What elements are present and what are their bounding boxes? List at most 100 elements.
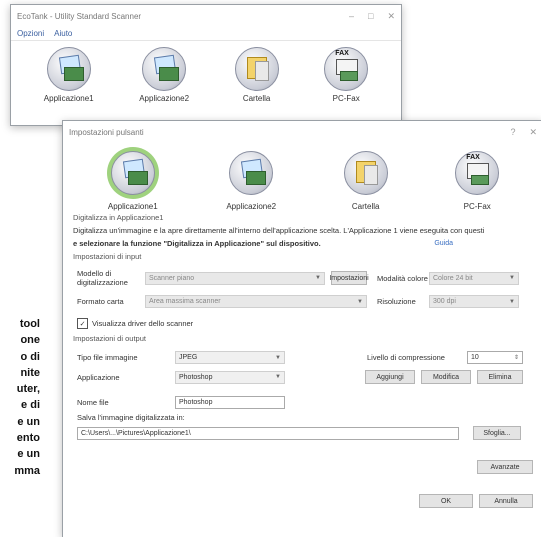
resolution-select[interactable]: 300 dpi ▼ xyxy=(429,295,519,308)
side-line: ento xyxy=(16,432,40,445)
window-controls: – □ ✕ xyxy=(349,11,395,22)
color-select[interactable]: Colore 24 bit ▼ xyxy=(429,271,519,285)
compression-value: 10 xyxy=(471,354,479,361)
filetype-select[interactable]: JPEG ▼ xyxy=(175,351,285,364)
back-app1-button[interactable]: Applicazione1 xyxy=(44,47,94,103)
chevron-down-icon: ▼ xyxy=(509,298,515,305)
menu-help[interactable]: Aiuto xyxy=(54,29,72,38)
advanced-button[interactable]: Avanzate xyxy=(477,460,533,474)
filename-value: Photoshop xyxy=(179,399,213,406)
side-line: o di xyxy=(20,350,40,363)
scanner-select[interactable]: Scanner piano ▼ xyxy=(145,271,325,285)
back-fax-button[interactable]: FAX PC-Fax xyxy=(324,47,369,103)
side-line: nite xyxy=(20,366,40,379)
resolution-value: 300 dpi xyxy=(433,298,456,305)
tab-app2[interactable]: Applicazione2 xyxy=(226,147,276,211)
scanner-to-folder-icon xyxy=(343,151,388,195)
advanced-row: Avanzate xyxy=(77,460,533,474)
guide-link[interactable]: Guida xyxy=(434,240,453,247)
ok-button[interactable]: OK xyxy=(419,494,473,508)
side-line: mma xyxy=(14,464,40,477)
save-label-row: Salva l'immagine digitalizzata in: xyxy=(77,413,533,422)
delete-button[interactable]: Elimina xyxy=(477,370,523,384)
close-icon[interactable]: ✕ xyxy=(529,127,537,138)
dialog-actions: OK Annulla xyxy=(77,494,533,508)
tab-app1[interactable]: Applicazione1 xyxy=(106,147,159,211)
compression-label: Livello di compressione xyxy=(367,353,445,362)
scanner-value: Scanner piano xyxy=(149,274,195,282)
stepper-arrows-icon[interactable]: ⇕ xyxy=(514,354,519,361)
scanner-label: Modello di digitalizzazione xyxy=(77,269,128,287)
tab-folder-label: Cartella xyxy=(351,202,380,211)
back-app2-button[interactable]: Applicazione2 xyxy=(139,47,189,103)
maximize-icon[interactable]: □ xyxy=(368,11,373,22)
side-line: one xyxy=(20,334,40,347)
format-label: Formato carta xyxy=(77,297,124,306)
browse-button[interactable]: Sfoglia... xyxy=(473,426,521,440)
dialog-titlebar: Impostazioni pulsanti ? ✕ xyxy=(63,121,541,143)
filename-input[interactable]: Photoshop xyxy=(175,396,285,409)
scanner-to-app-icon xyxy=(229,151,274,195)
description-line-2: e selezionare la funzione "Digitalizza i… xyxy=(73,239,321,248)
color-value: Colore 24 bit xyxy=(433,274,473,282)
filename-row: Nome file Photoshop xyxy=(77,396,533,409)
tab-app2-label: Applicazione2 xyxy=(226,202,277,211)
add-button[interactable]: Aggiungi xyxy=(365,370,415,384)
edit-button[interactable]: Modifica xyxy=(421,370,471,384)
chevron-down-icon: ▼ xyxy=(509,275,515,281)
description-line-1: Digitalizza un'immagine e la apre dirett… xyxy=(73,226,485,235)
chevron-down-icon: ▼ xyxy=(357,298,363,305)
dialog-icon-row: Applicazione1 Applicazione2 Cartella FAX… xyxy=(63,143,541,211)
tab-folder[interactable]: Cartella xyxy=(343,147,388,211)
dialog-window-controls: ? ✕ xyxy=(510,127,537,138)
minimize-icon[interactable]: – xyxy=(349,11,354,22)
chevron-down-icon: ▼ xyxy=(275,354,281,361)
format-row: Formato carta Area massima scanner ▼ Riso… xyxy=(77,295,533,308)
close-icon[interactable]: ✕ xyxy=(387,11,395,22)
help-icon[interactable]: ? xyxy=(510,127,515,138)
side-line: tool xyxy=(19,318,40,330)
compression-stepper[interactable]: 10 ⇕ xyxy=(467,351,523,364)
selected-highlight xyxy=(106,147,159,199)
side-line: e un xyxy=(17,448,40,461)
save-path-input[interactable]: C:\Users\...\Pictures\Applicazione1\ xyxy=(77,426,459,440)
show-driver-row: ✓ Visualizza driver dello scanner xyxy=(77,318,533,329)
show-driver-checkbox[interactable]: ✓ xyxy=(77,318,88,329)
side-line: e un xyxy=(17,415,40,428)
chevron-down-icon: ▼ xyxy=(315,275,321,281)
scanner-settings-button[interactable]: Impostazioni xyxy=(329,271,369,285)
tab-fax[interactable]: FAX PC-Fax xyxy=(455,147,500,211)
filetype-value: JPEG xyxy=(179,354,198,361)
pc-fax-icon: FAX xyxy=(324,47,369,91)
tab-app1-label: Applicazione1 xyxy=(107,202,158,211)
filetype-row: Tipo file immagine JPEG ▼ Livello di comp… xyxy=(77,351,533,364)
back-app2-label: Applicazione2 xyxy=(139,94,190,103)
back-window-titlebar: EcoTank - Utility Standard Scanner – □ ✕ xyxy=(11,5,401,27)
back-window-menubar: Opzioni Aiuto xyxy=(11,27,401,41)
application-value: Photoshop xyxy=(179,373,213,381)
scanner-to-app-icon xyxy=(142,47,187,91)
scanner-to-app-icon xyxy=(110,151,155,195)
button-settings-dialog: Impostazioni pulsanti ? ✕ Applicazione1 … xyxy=(62,120,541,537)
application-select[interactable]: Photoshop ▼ xyxy=(175,370,285,384)
dialog-title: Impostazioni pulsanti xyxy=(69,127,144,137)
input-settings-header: Impostazioni di input xyxy=(73,252,142,261)
save-path-value: C:\Users\...\Pictures\Applicazione1\ xyxy=(81,429,191,437)
back-app1-label: Applicazione1 xyxy=(43,94,94,103)
scanner-row: Modello di digitalizzazione Scanner pian… xyxy=(77,269,533,287)
filetype-label: Tipo file immagine xyxy=(77,353,138,362)
format-value: Area massima scanner xyxy=(149,298,221,305)
menu-options[interactable]: Opzioni xyxy=(17,29,44,38)
cancel-button[interactable]: Annulla xyxy=(479,494,533,508)
application-label: Applicazione xyxy=(77,372,120,382)
resolution-label: Risoluzione xyxy=(377,297,416,306)
filename-label: Nome file xyxy=(77,398,109,407)
scanner-to-app-icon xyxy=(46,47,91,91)
back-folder-button[interactable]: Cartella xyxy=(234,47,279,103)
show-driver-label: Visualizza driver dello scanner xyxy=(92,319,194,328)
back-window-title: EcoTank - Utility Standard Scanner xyxy=(17,11,142,21)
back-folder-label: Cartella xyxy=(242,94,271,103)
scanner-to-folder-icon xyxy=(234,47,279,91)
back-window-icons: Applicazione1 Applicazione2 Cartella FAX… xyxy=(11,41,401,103)
format-select[interactable]: Area massima scanner ▼ xyxy=(145,295,367,308)
